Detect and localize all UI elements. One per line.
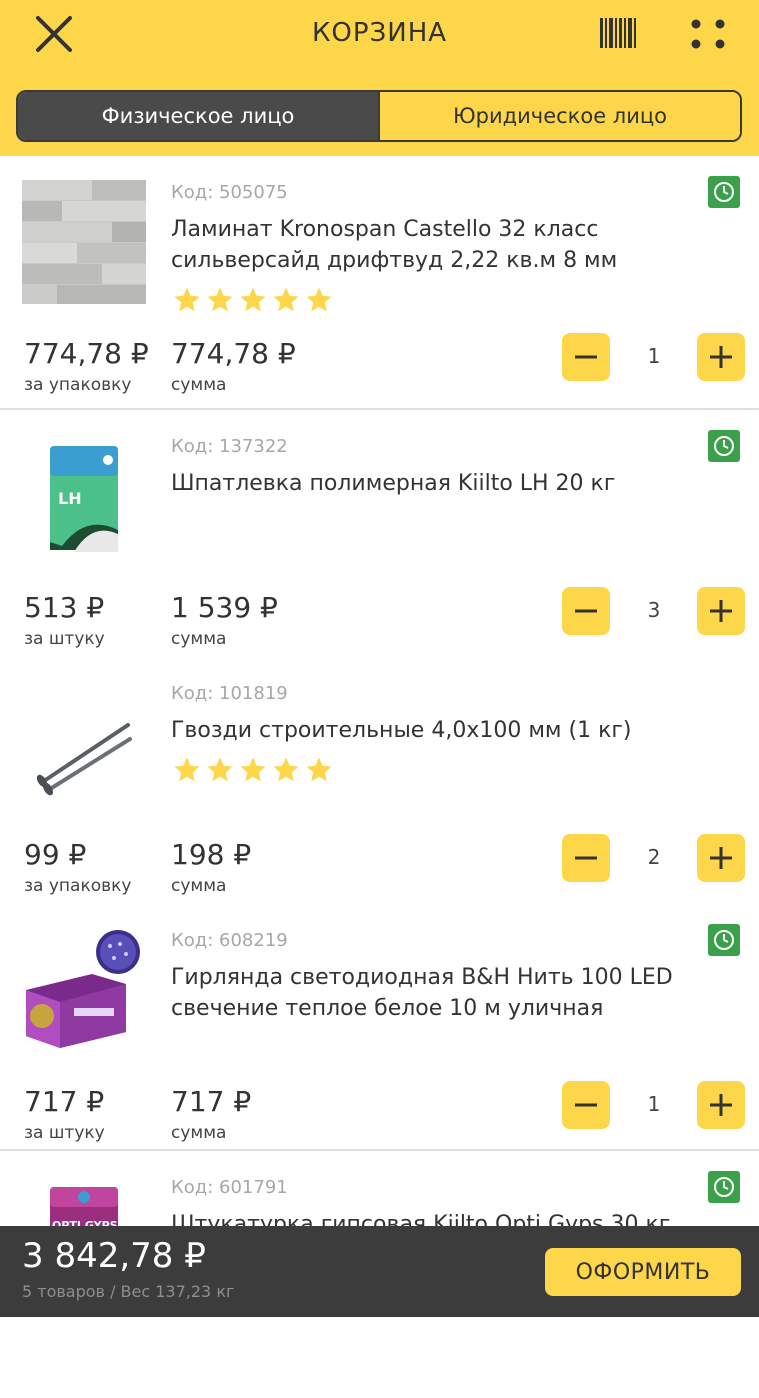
line-sum: 1 539 ₽ xyxy=(171,591,278,624)
unit-price: 513 ₽ xyxy=(24,591,105,624)
header: КОРЗИНА Физическое лицо Юридическое лицо xyxy=(0,0,759,156)
increase-quantity-button[interactable] xyxy=(697,587,745,635)
garland-box-image xyxy=(26,930,140,1048)
decrease-quantity-button[interactable] xyxy=(562,587,610,635)
star-icon xyxy=(273,287,299,312)
star-icon xyxy=(207,757,233,782)
tab-individual[interactable]: Физическое лицо xyxy=(18,92,378,140)
cart-item: Код: 505075 Ламинат Kronospan Castello 3… xyxy=(0,156,759,403)
product-code: Код: 608219 xyxy=(171,930,288,951)
clock-icon xyxy=(714,930,734,950)
cart-summary: 5 товаров / Вес 137,23 кг xyxy=(22,1282,235,1301)
menu-button[interactable] xyxy=(686,14,730,54)
putty-bag-image: LH xyxy=(50,446,118,552)
checkout-button[interactable]: ОФОРМИТЬ xyxy=(545,1248,741,1296)
line-sum-label: сумма xyxy=(171,1123,227,1143)
cart-item: Код: 608219 Гирлянда светодиодная B&H Ни… xyxy=(0,904,759,1151)
minus-icon xyxy=(575,1103,597,1107)
line-sum: 774,78 ₽ xyxy=(171,337,296,370)
star-icon xyxy=(240,757,266,782)
quantity-value[interactable]: 3 xyxy=(620,598,688,622)
unit-price-label: за упаковку xyxy=(24,876,132,896)
decrease-quantity-button[interactable] xyxy=(562,834,610,882)
quantity-value[interactable]: 2 xyxy=(620,845,688,869)
page-title: КОРЗИНА xyxy=(311,18,448,48)
delivery-time-badge xyxy=(708,430,740,462)
cart-item: LH Код: 137322 Шпатлевка полимерная Kiil… xyxy=(0,410,759,657)
product-name[interactable]: Гирлянда светодиодная B&H Нить 100 LED с… xyxy=(171,962,701,1024)
plus-icon xyxy=(710,847,732,869)
barcode-icon xyxy=(600,18,636,48)
quantity-value[interactable]: 1 xyxy=(620,1092,688,1116)
minus-icon xyxy=(575,609,597,613)
decrease-quantity-button[interactable] xyxy=(562,1081,610,1129)
product-code: Код: 101819 xyxy=(171,683,288,704)
line-sum: 717 ₽ xyxy=(171,1085,252,1118)
unit-price: 774,78 ₽ xyxy=(24,337,149,370)
product-code: Код: 137322 xyxy=(171,436,288,457)
decrease-quantity-button[interactable] xyxy=(562,333,610,381)
unit-price: 99 ₽ xyxy=(24,838,87,871)
clock-icon xyxy=(714,182,734,202)
product-name[interactable]: Ламинат Kronospan Castello 32 класс силь… xyxy=(171,214,701,276)
product-name[interactable]: Шпатлевка полимерная Kiilto LH 20 кг xyxy=(171,468,701,499)
checkout-bar: 3 842,78 ₽ 5 товаров / Вес 137,23 кг ОФО… xyxy=(0,1226,759,1317)
minus-icon xyxy=(575,856,597,860)
product-name[interactable]: Гвозди строительные 4,0х100 мм (1 кг) xyxy=(171,715,701,746)
unit-price-label: за штуку xyxy=(24,1123,105,1143)
star-icon xyxy=(240,287,266,312)
delivery-time-badge xyxy=(708,924,740,956)
menu-grid-icon xyxy=(691,19,725,49)
customer-type-switch: Физическое лицо Юридическое лицо xyxy=(16,90,742,142)
star-icon xyxy=(273,757,299,782)
rating-stars xyxy=(171,285,335,315)
star-icon xyxy=(174,287,200,312)
delivery-time-badge xyxy=(708,1171,740,1203)
line-sum-label: сумма xyxy=(171,629,227,649)
line-sum-label: сумма xyxy=(171,876,227,896)
line-sum-label: сумма xyxy=(171,375,227,395)
delivery-time-badge xyxy=(708,176,740,208)
laminate-image xyxy=(22,180,146,304)
cart-item: Код: 101819 Гвозди строительные 4,0х100 … xyxy=(0,657,759,904)
tab-legal-entity[interactable]: Юридическое лицо xyxy=(378,92,740,140)
unit-price-label: за штуку xyxy=(24,629,105,649)
product-code: Код: 505075 xyxy=(171,182,288,203)
clock-icon xyxy=(714,1177,734,1197)
bag-label: LH xyxy=(58,489,82,508)
plus-icon xyxy=(710,346,732,368)
nails-image xyxy=(36,723,132,796)
star-icon xyxy=(207,287,233,312)
product-code: Код: 601791 xyxy=(171,1177,288,1198)
increase-quantity-button[interactable] xyxy=(697,834,745,882)
increase-quantity-button[interactable] xyxy=(697,333,745,381)
star-icon xyxy=(306,757,332,782)
line-sum: 198 ₽ xyxy=(171,838,252,871)
increase-quantity-button[interactable] xyxy=(697,1081,745,1129)
clock-icon xyxy=(714,436,734,456)
barcode-button[interactable] xyxy=(598,18,638,48)
star-icon xyxy=(174,757,200,782)
unit-price: 717 ₽ xyxy=(24,1085,105,1118)
rating-stars xyxy=(171,755,335,785)
star-icon xyxy=(306,287,332,312)
minus-icon xyxy=(575,355,597,359)
quantity-value[interactable]: 1 xyxy=(620,344,688,368)
plus-icon xyxy=(710,1094,732,1116)
unit-price-label: за упаковку xyxy=(24,375,132,395)
cart-total: 3 842,78 ₽ xyxy=(22,1236,206,1276)
plus-icon xyxy=(710,600,732,622)
